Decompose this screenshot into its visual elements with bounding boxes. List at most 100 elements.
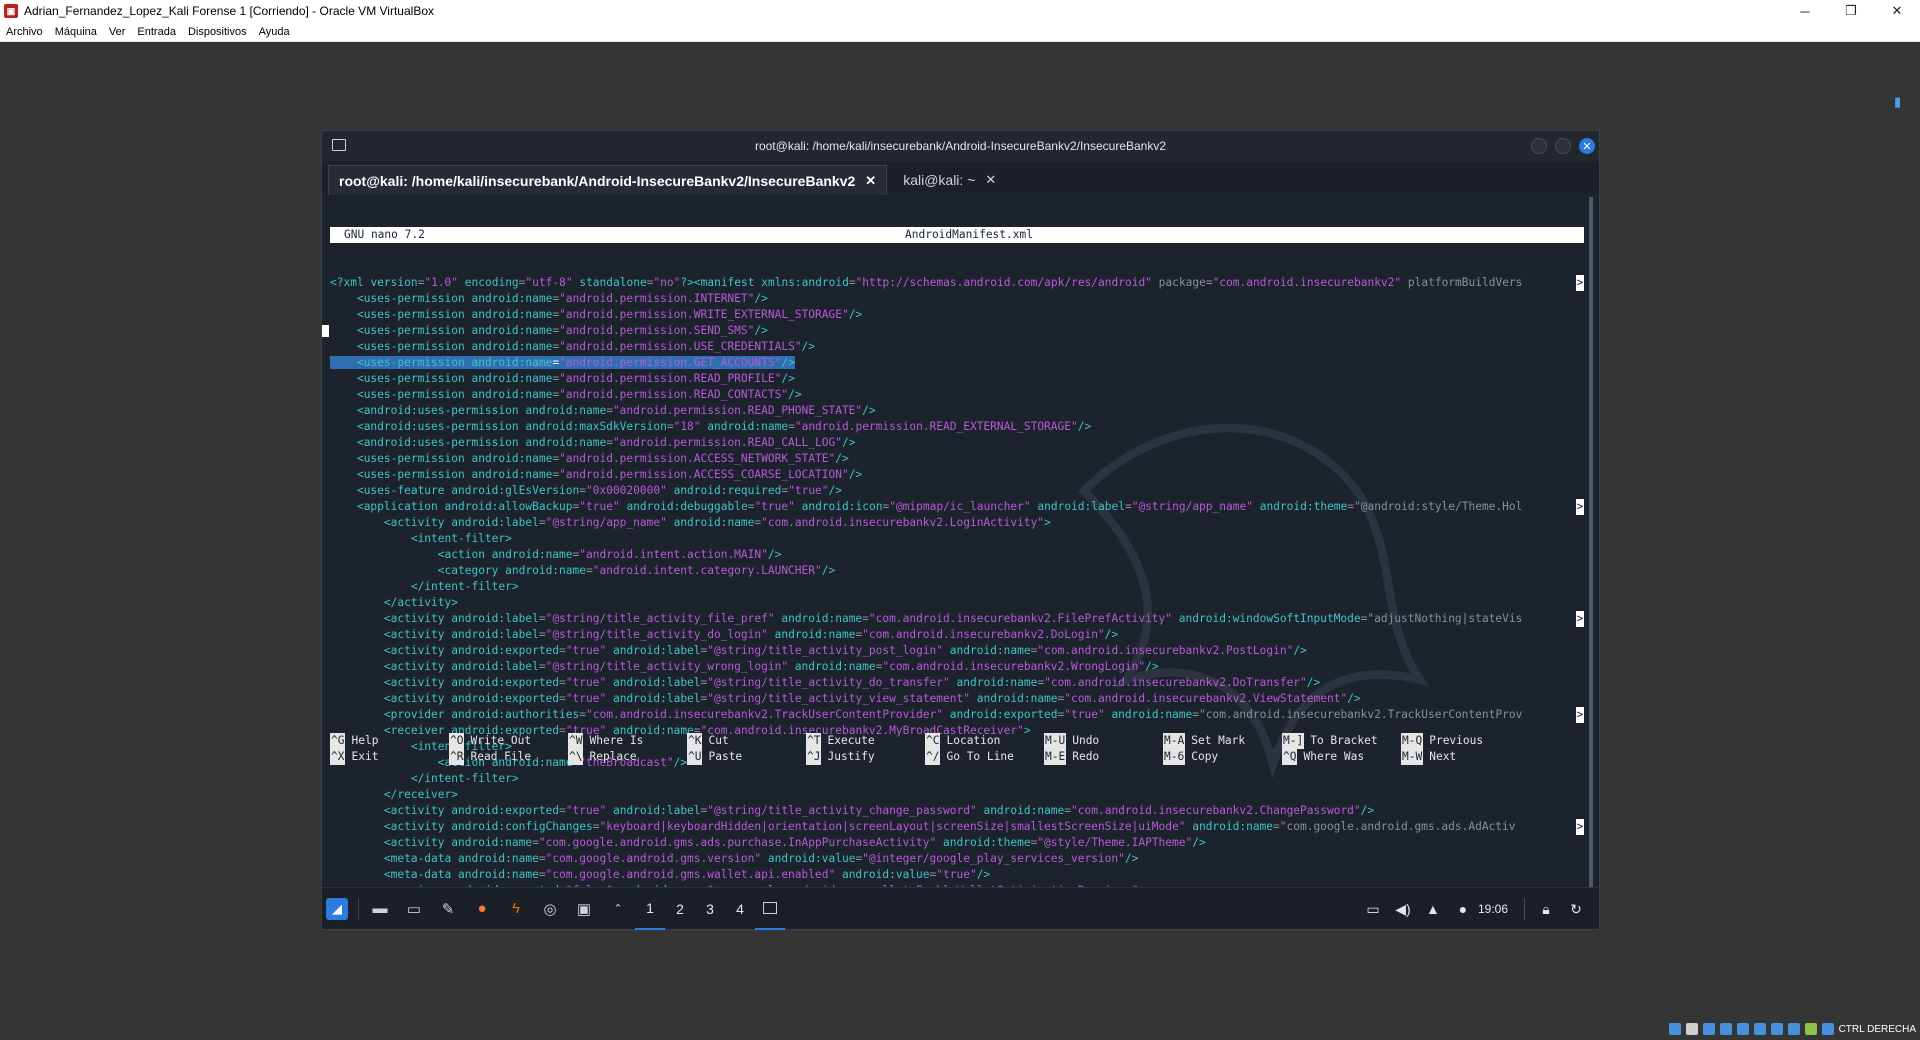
shortcut-key: ^G (330, 733, 346, 749)
shortcut-item[interactable]: M-A Set Mark (1163, 733, 1282, 749)
code-line-text: </intent-filter> (410, 772, 519, 785)
minimize-icon[interactable]: ─ (1782, 0, 1828, 22)
shortcut-label: Where Is (589, 734, 644, 747)
scrollbar-thumb[interactable] (1589, 197, 1593, 887)
clock[interactable]: 19:06 (1478, 902, 1508, 916)
burpsuite-icon[interactable]: ϟ (505, 898, 527, 920)
shortcut-key: M-U (1044, 733, 1067, 749)
code-line-text: <activity android:name="com.google.andro… (383, 836, 1206, 849)
code-line-text: <meta-data android:name="com.google.andr… (383, 868, 991, 881)
code-line-text: <uses-permission android:name="android.p… (356, 324, 768, 337)
workspace-4[interactable]: 4 (725, 888, 755, 930)
notification-icon[interactable]: ▮ (1894, 94, 1908, 109)
shortcut-item[interactable]: ^X Exit (330, 749, 449, 765)
hdd-icon[interactable] (1668, 1023, 1681, 1035)
code-line: <provider android:authorities="com.andro… (330, 707, 1584, 723)
display-icon[interactable]: ▭ (1358, 901, 1388, 918)
code-line: <uses-permission android:name="android.p… (330, 355, 1584, 371)
shortcut-row: ^X Exit ^R Read File ^\ Replace ^U Paste ^J Justi… (330, 749, 1520, 765)
menu-ayuda[interactable]: Ayuda (259, 26, 290, 38)
code-line: <activity android:label="@string/title_a… (330, 611, 1584, 627)
lock-icon[interactable]: 🔒︎ (1531, 901, 1561, 918)
optical-drive-icon[interactable] (1685, 1023, 1698, 1035)
code-line-text: <uses-permission android:name="android.p… (330, 356, 795, 369)
terminal-body[interactable]: GNU nano 7.2 AndroidManifest.xml <?xml v… (322, 195, 1599, 887)
terminal-icon[interactable]: ▣ (573, 898, 595, 920)
bell-icon[interactable]: ▲ (1418, 901, 1448, 917)
usb-icon[interactable] (1736, 1023, 1749, 1035)
menu-dispositivos[interactable]: Dispositivos (188, 26, 247, 38)
menu-entrada[interactable]: Entrada (137, 26, 176, 38)
desktop-icon[interactable]: ▬ (369, 898, 391, 920)
code-line-text: <intent-filter> (410, 532, 512, 545)
audio-icon[interactable] (1702, 1023, 1715, 1035)
shortcut-item[interactable]: ^G Help (330, 733, 449, 749)
network-icon[interactable] (1719, 1023, 1732, 1035)
shortcut-key: M-A (1163, 733, 1186, 749)
xfce-taskbar: ◢ ▬ ▭ ✎ ● ϟ ◎ ▣ ⌃ 1 2 3 4 ▭ ◀) ▲ ● 19:06… (322, 887, 1599, 930)
mouse-integration-icon[interactable] (1821, 1023, 1834, 1035)
firefox-icon[interactable]: ● (471, 898, 493, 920)
shortcut-item[interactable]: ^O Write Out (449, 733, 568, 749)
nano-editor[interactable]: GNU nano 7.2 AndroidManifest.xml <?xml v… (322, 195, 1584, 887)
menu-archivo[interactable]: Archivo (6, 26, 43, 38)
display-icon[interactable] (1770, 1023, 1783, 1035)
shortcut-item[interactable]: ^Q Where Was (1282, 749, 1401, 765)
file-manager-icon[interactable]: ▭ (403, 898, 425, 920)
shortcut-item[interactable]: ^\ Replace (568, 749, 687, 765)
shortcut-item[interactable]: ^C Location (925, 733, 1044, 749)
shortcut-label: Go To Line (946, 750, 1014, 763)
code-line-text: <uses-permission android:name="android.p… (356, 308, 863, 321)
terminal-task-button[interactable] (755, 888, 785, 930)
logout-icon[interactable]: ↻ (1561, 901, 1591, 918)
code-line: <activity android:exported="true" androi… (330, 675, 1584, 691)
code-line: <application android:allowBackup="true" … (330, 499, 1584, 515)
kali-menu-icon[interactable]: ◢ (326, 897, 348, 920)
shortcut-item[interactable]: ^W Where Is (568, 733, 687, 749)
restore-icon[interactable]: ❐ (1828, 0, 1874, 22)
shared-folders-icon[interactable] (1753, 1023, 1766, 1035)
shortcut-item[interactable]: ^K Cut (687, 733, 806, 749)
workspace-1[interactable]: 1 (635, 888, 665, 930)
code-line-text: <activity android:exported="true" androi… (383, 804, 1375, 817)
maximize-icon[interactable] (1555, 138, 1571, 154)
workspace-3[interactable]: 3 (695, 888, 725, 930)
shortcut-item[interactable]: M-Q Previous (1401, 733, 1520, 749)
close-icon[interactable]: ✕ (985, 172, 996, 188)
shortcut-item[interactable]: ^J Justify (806, 749, 925, 765)
recording-icon[interactable] (1787, 1023, 1800, 1035)
tab-kali[interactable]: kali@kali: ~ ✕ (893, 165, 1006, 195)
tab-root[interactable]: root@kali: /home/kali/insecurebank/Andro… (328, 165, 888, 195)
code-line: <activity android:configChanges="keyboar… (330, 819, 1584, 835)
close-icon[interactable]: ✕ (865, 173, 876, 189)
tab-label: root@kali: /home/kali/insecurebank/Andro… (339, 172, 856, 189)
scrollbar[interactable] (1589, 197, 1593, 887)
shortcut-item[interactable]: ^R Read File (449, 749, 568, 765)
chevron-up-icon[interactable]: ⌃ (607, 898, 629, 920)
shortcut-item[interactable]: ^/ Go To Line (925, 749, 1044, 765)
workspace-2[interactable]: 2 (665, 888, 695, 930)
volume-icon[interactable]: ◀) (1388, 901, 1418, 918)
close-icon[interactable]: ✕ (1874, 0, 1920, 22)
shortcut-item[interactable]: M-E Redo (1044, 749, 1163, 765)
menu-maquina[interactable]: Máquina (55, 26, 97, 38)
minimize-icon[interactable] (1531, 138, 1547, 154)
shortcut-item[interactable]: ^U Paste (687, 749, 806, 765)
shortcut-item[interactable]: M-6 Copy (1163, 749, 1282, 765)
code-line-text: <category android:name="android.intent.c… (437, 564, 836, 577)
shortcut-item[interactable]: M-] To Bracket (1282, 733, 1401, 749)
code-line-text: </receiver> (383, 788, 458, 801)
shortcut-item[interactable]: ^T Execute (806, 733, 925, 749)
close-icon[interactable]: ✕ (1579, 138, 1595, 154)
metasploit-icon[interactable]: ◎ (539, 898, 561, 920)
shortcut-key: ^R (449, 749, 465, 765)
shortcut-item[interactable]: M-U Undo (1044, 733, 1163, 749)
power-icon[interactable]: ● (1448, 901, 1478, 917)
code-line-text: <uses-permission android:name="android.p… (356, 372, 795, 385)
menu-ver[interactable]: Ver (109, 26, 126, 38)
shortcut-key: M-W (1401, 749, 1424, 765)
cpu-icon[interactable] (1804, 1023, 1817, 1035)
shortcut-label: Where Was (1303, 750, 1365, 763)
text-editor-icon[interactable]: ✎ (437, 898, 459, 920)
shortcut-item[interactable]: M-W Next (1401, 749, 1520, 765)
